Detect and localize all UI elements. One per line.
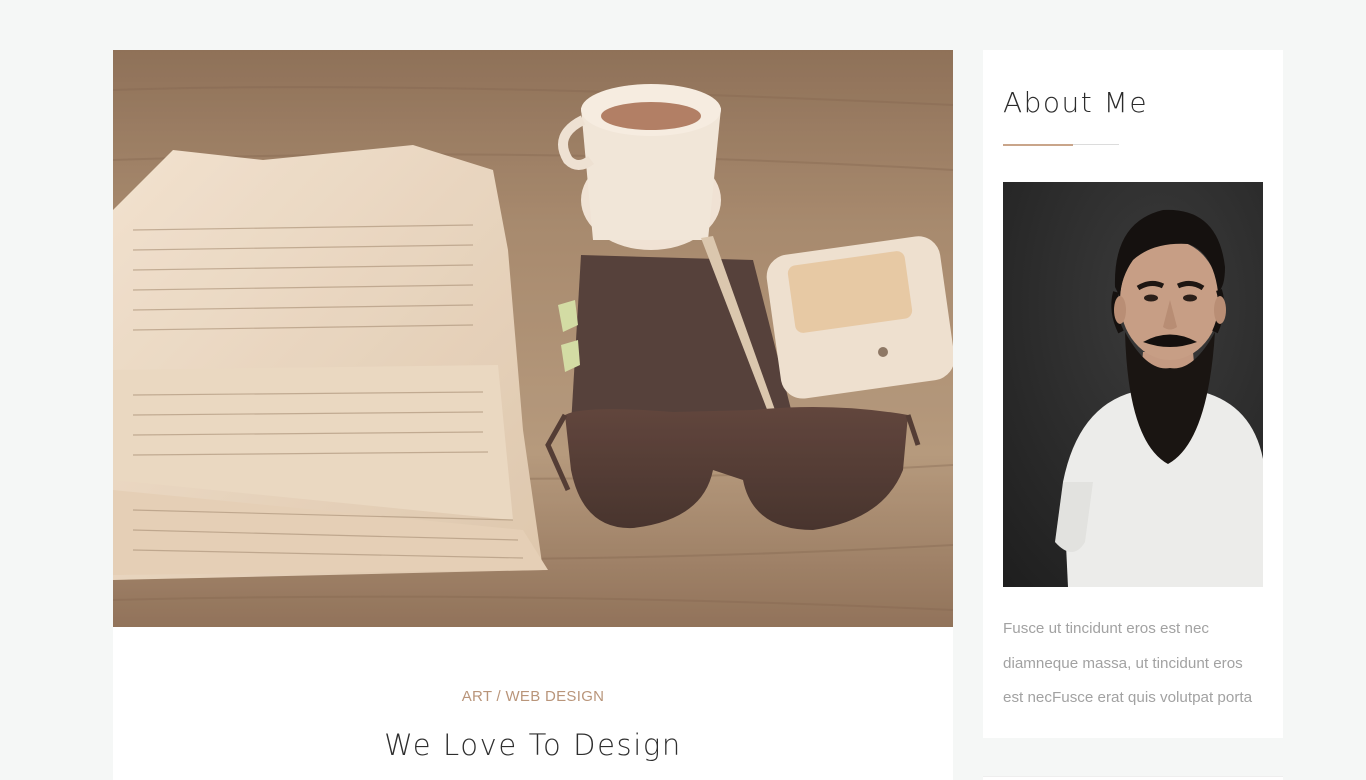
about-me-text: Fusce ut tincidunt eros est nec diamnequ… — [1003, 620, 1253, 706]
blog-post-card: Art / Web Design We Love To Design — [113, 50, 953, 780]
category-link-art[interactable]: Art — [462, 688, 492, 705]
post-categories: Art / Web Design — [113, 688, 953, 705]
author-photo — [1003, 182, 1263, 587]
post-featured-image[interactable] — [113, 50, 953, 627]
post-image-illustration — [113, 50, 953, 627]
category-link-web-design[interactable]: Web Design — [505, 688, 604, 705]
page: Art / Web Design We Love To Design About… — [0, 0, 1366, 780]
title-underline-accent — [1003, 143, 1073, 146]
category-separator: / — [496, 688, 501, 705]
widget-title: About Me — [1003, 86, 1149, 119]
title-underline-divider — [1003, 143, 1119, 146]
author-photo-illustration — [1003, 182, 1263, 587]
about-me-widget: About Me Fusce ut tincidunt eros est nec… — [983, 50, 1283, 738]
post-title[interactable]: We Love To Design — [113, 728, 953, 762]
next-sidebar-widget — [983, 776, 1283, 780]
